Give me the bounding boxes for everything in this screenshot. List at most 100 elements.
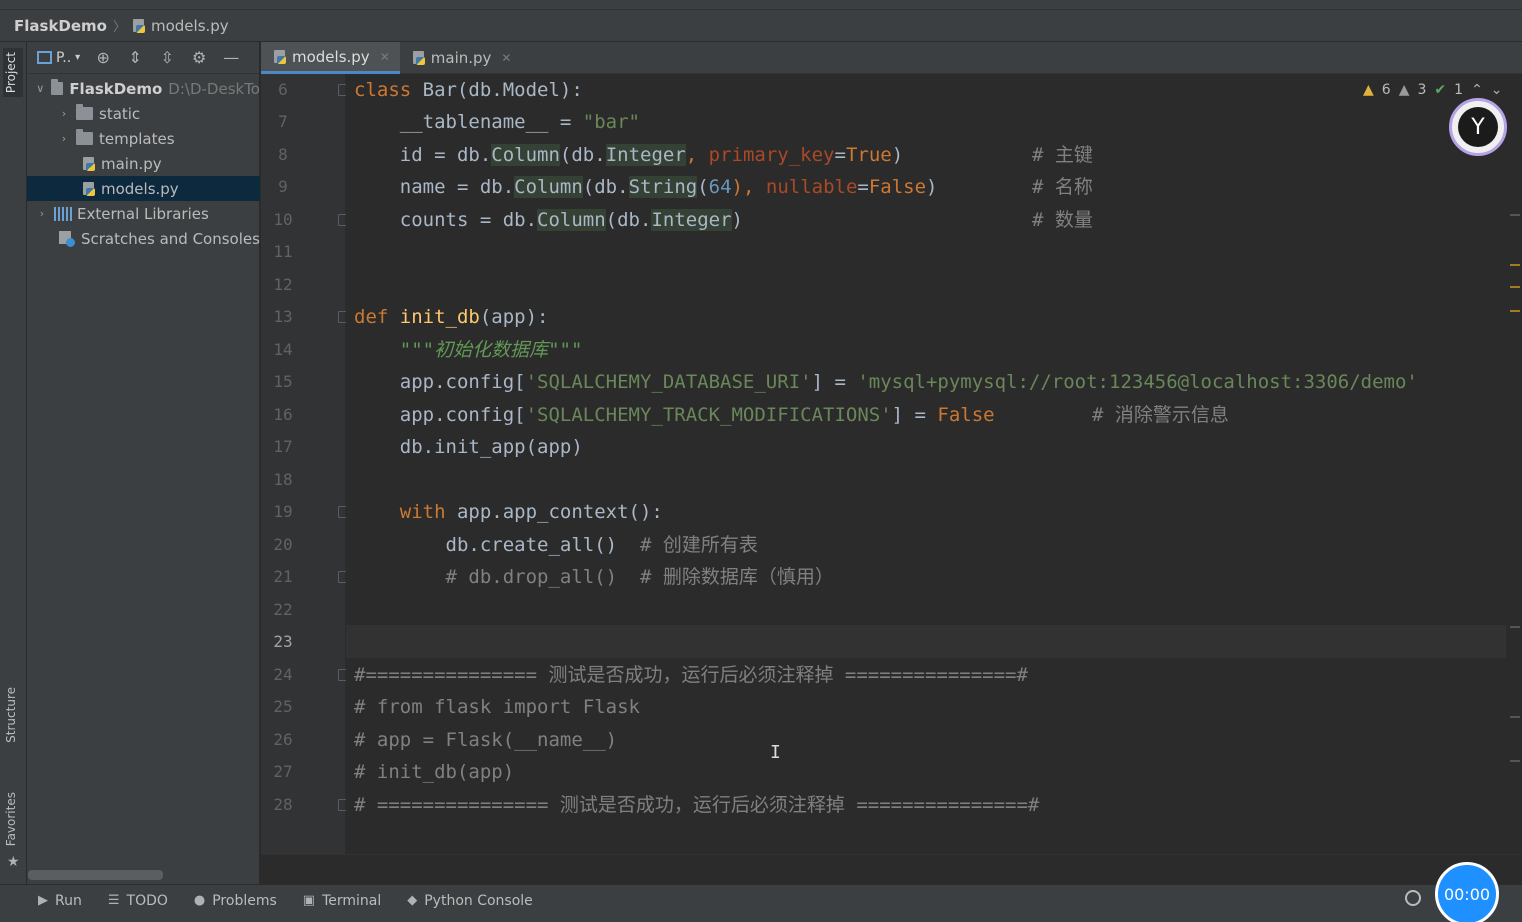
terminal-tool-button[interactable]: ▣ Terminal	[303, 893, 381, 909]
code-token: with	[354, 501, 457, 523]
recording-timer[interactable]: 00:00	[1435, 862, 1499, 922]
todo-tool-button[interactable]: ☰ TODO	[108, 893, 168, 909]
code-line: # init_db(app)	[354, 756, 514, 788]
chevron-down-icon[interactable]: ∨	[35, 82, 46, 95]
chevron-up-icon[interactable]: ⌃	[1471, 82, 1483, 98]
tree-item-label: templates	[99, 129, 175, 148]
inspection-widget[interactable]: ▲ 6 ▲ 3 ✔ 1 ⌃ ⌄	[1363, 82, 1503, 98]
tab-main-py[interactable]: main.py ✕	[400, 42, 522, 74]
breadcrumb-separator-icon: 〉	[112, 20, 126, 35]
line-number: 19	[273, 502, 293, 521]
stripe-marker[interactable]	[1510, 264, 1520, 266]
collapse-all-icon[interactable]: ⇳	[158, 48, 176, 67]
weak-warning-icon: ▲	[1398, 82, 1410, 98]
info-icon: ●	[193, 893, 206, 908]
stripe-marker[interactable]	[1510, 760, 1520, 762]
weak-warning-count: 3	[1417, 82, 1427, 98]
code-token: Integer	[605, 144, 686, 166]
code-token: class	[354, 79, 412, 101]
project-view-selector[interactable]: P.. ▾	[37, 50, 80, 66]
code-comment: # db.drop_all() # 删除数据库（慎用）	[354, 566, 834, 588]
code-token: 64	[708, 176, 732, 198]
code-token: (	[697, 176, 709, 198]
tree-item-main-py[interactable]: main.py	[27, 151, 260, 176]
stripe-marker[interactable]	[1510, 626, 1520, 628]
tree-item-static[interactable]: › static	[27, 101, 260, 126]
line-number: 7	[278, 112, 288, 131]
code-token: False	[868, 176, 927, 198]
chevron-down-icon[interactable]: ⌄	[1491, 82, 1503, 98]
tree-item-flaskdemo[interactable]: ∨ FlaskDemo D:\D-DeskTo	[27, 76, 260, 101]
event-log-icon[interactable]	[1405, 890, 1421, 906]
stripe-marker[interactable]	[1510, 310, 1520, 312]
close-icon[interactable]: ✕	[380, 50, 390, 64]
code-line: name = db.Column(db.String(64), nullable…	[354, 171, 1093, 203]
line-number: 17	[273, 437, 293, 456]
avatar-logo-icon: Y	[1458, 107, 1498, 147]
expand-all-icon[interactable]: ⇕	[126, 48, 144, 67]
current-line-highlight	[346, 625, 1506, 658]
code-token: )	[891, 144, 904, 166]
check-icon: ✔	[1434, 82, 1447, 98]
line-number: 23	[273, 632, 293, 651]
run-tool-button[interactable]: ▶ Run	[38, 893, 82, 909]
python-file-icon	[273, 49, 287, 64]
tab-models-py[interactable]: models.py ✕	[261, 42, 400, 74]
code-token: 'mysql+pymysql://root:123456@localhost:3…	[857, 371, 1418, 393]
warning-icon: ▲	[1363, 82, 1374, 98]
chevron-right-icon[interactable]: ›	[57, 107, 71, 120]
breadcrumb-project[interactable]: FlaskDemo	[14, 17, 107, 35]
stripe-marker[interactable]	[1510, 214, 1520, 216]
tree-item-external-libraries[interactable]: › External Libraries	[27, 201, 260, 226]
code-editor[interactable]: class Bar(db.Model): __tablename__ = "ba…	[346, 74, 1506, 854]
problems-label: Problems	[212, 892, 277, 909]
favorites-tool-button[interactable]: Favorites	[4, 792, 18, 846]
chevron-right-icon[interactable]: ›	[57, 132, 71, 145]
chevron-down-icon: ▾	[75, 52, 81, 63]
code-comment: # 数量	[1032, 209, 1093, 231]
code-token: (db.	[582, 176, 629, 198]
tree-item-models-py[interactable]: models.py	[27, 176, 260, 201]
python-console-tool-button[interactable]: ◆ Python Console	[407, 893, 533, 909]
locate-icon[interactable]: ⊕	[94, 48, 112, 67]
avatar[interactable]: Y	[1449, 98, 1507, 156]
line-number: 18	[273, 470, 293, 489]
python-file-icon	[82, 181, 96, 196]
code-line: #=============== 测试是否成功，运行后必须注释掉 =======…	[354, 659, 1028, 691]
tree-item-label: static	[99, 104, 141, 123]
python-file-icon	[412, 51, 426, 65]
code-token: Column	[537, 209, 606, 231]
line-number: 24	[273, 665, 293, 684]
code-token: =	[857, 176, 869, 198]
line-number: 27	[273, 762, 293, 781]
chevron-right-icon[interactable]: ›	[35, 207, 49, 220]
python-icon: ◆	[407, 893, 418, 908]
stripe-marker[interactable]	[1510, 286, 1520, 288]
tree-item-scratches[interactable]: Scratches and Consoles	[27, 226, 260, 251]
close-icon[interactable]: ✕	[501, 51, 511, 65]
code-token: id = db.	[354, 144, 492, 166]
folder-icon	[50, 79, 64, 95]
title-strip	[0, 0, 1522, 10]
code-token: (app):	[479, 306, 549, 328]
tree-item-templates[interactable]: › templates	[27, 126, 260, 151]
terminal-icon: ▣	[302, 893, 316, 908]
tree-item-label: FlaskDemo	[69, 79, 163, 98]
tree-item-label: External Libraries	[77, 204, 209, 223]
code-line: id = db.Column(db.Integer, primary_key=T…	[354, 139, 1093, 171]
problems-tool-button[interactable]: ● Problems	[194, 893, 277, 909]
gear-icon[interactable]: ⚙	[190, 48, 208, 67]
project-horizontal-scrollbar[interactable]	[28, 870, 163, 880]
error-stripe-scrollbar[interactable]	[1506, 74, 1522, 854]
project-toolbar: P.. ▾ ⊕ ⇕ ⇳ ⚙ —	[27, 42, 259, 74]
project-tool-button[interactable]: Project	[3, 48, 23, 98]
breadcrumb-file[interactable]: models.py	[151, 17, 229, 35]
line-number-gutter[interactable]: 6 7 8 9 10 11 12 13 14 15 16 17 18 19 20…	[261, 74, 350, 854]
code-line: app.config['SQLALCHEMY_TRACK_MODIFICATIO…	[354, 399, 1229, 431]
structure-tool-button[interactable]: Structure	[4, 687, 18, 743]
stripe-marker[interactable]	[1510, 716, 1520, 718]
code-docstring: """初始化数据库"""	[354, 339, 583, 361]
line-number: 20	[273, 535, 293, 554]
minimize-icon[interactable]: —	[222, 48, 240, 67]
code-token: )	[926, 176, 938, 198]
